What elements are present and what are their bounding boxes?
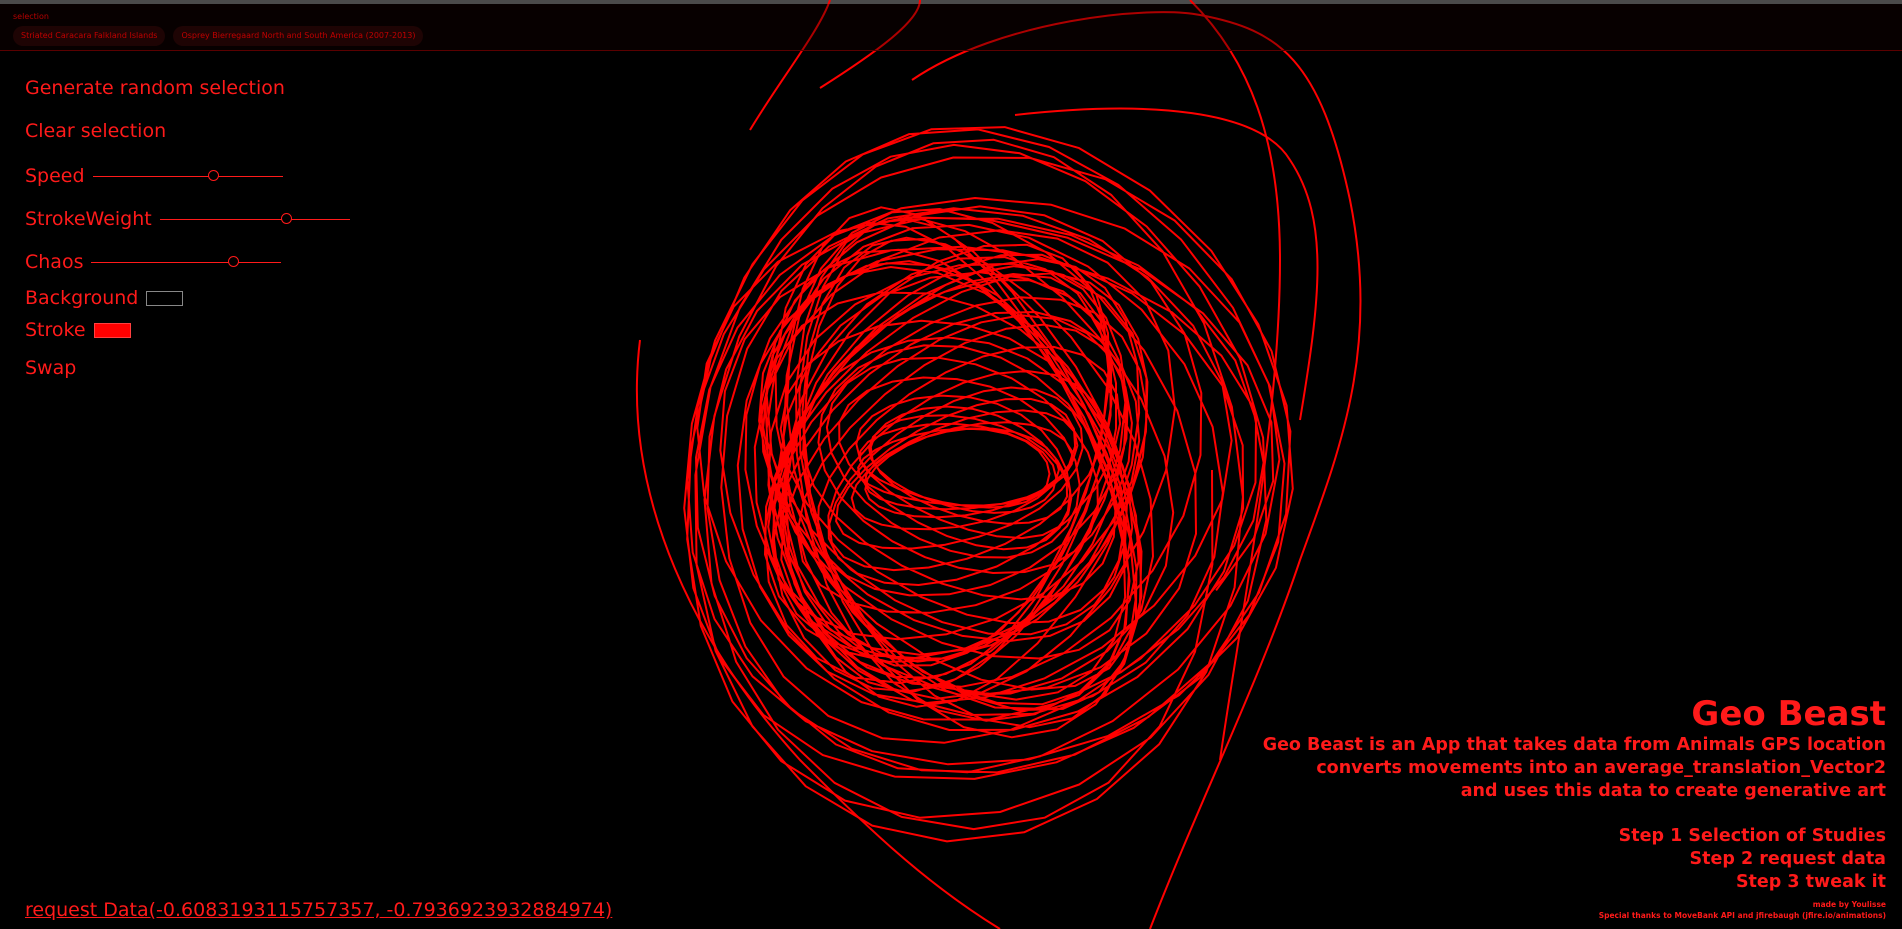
credit-thanks: Special thanks to MoveBank API and jfire… — [1598, 911, 1886, 920]
stroke-weight-control: StrokeWeight — [25, 207, 350, 231]
swap-colors-button[interactable]: Swap — [25, 357, 76, 379]
stroke-label: Stroke — [25, 319, 86, 341]
description-line-1: Geo Beast is an App that takes data from… — [1262, 735, 1886, 755]
request-data-link[interactable]: request Data(-0.6083193115757357, -0.793… — [25, 899, 612, 921]
credit-author: made by Youlisse — [1812, 900, 1886, 909]
stroke-color-control: Stroke — [25, 319, 131, 341]
generate-random-selection-button[interactable]: Generate random selection — [25, 77, 285, 99]
step-1: Step 1 Selection of Studies — [1618, 826, 1886, 846]
stroke-color-swatch[interactable] — [93, 322, 131, 338]
selection-chip-striated-caracara[interactable]: Striated Caracara Falkland Islands — [13, 26, 166, 46]
art-trace — [683, 126, 1294, 843]
background-color-control: Background — [25, 287, 184, 309]
background-label: Background — [25, 287, 139, 309]
selection-title: selection — [13, 12, 49, 21]
stroke-weight-label: StrokeWeight — [25, 208, 152, 230]
geo-beast-app: selection Striated Caracara Falkland Isl… — [0, 0, 1902, 929]
step-3: Step 3 tweak it — [1735, 872, 1886, 892]
selection-chip-list: Striated Caracara Falkland Islands Ospre… — [13, 26, 424, 46]
chaos-slider[interactable] — [91, 255, 282, 267]
description-line-2: converts movements into an average_trans… — [1316, 758, 1886, 778]
chaos-label: Chaos — [25, 251, 84, 273]
description-line-3: and uses this data to create generative … — [1460, 781, 1886, 801]
speed-slider[interactable] — [92, 169, 283, 181]
speed-control: Speed — [25, 164, 283, 188]
speed-label: Speed — [25, 165, 85, 187]
app-info: Geo Beast Geo Beast is an App that takes… — [1263, 694, 1886, 894]
chaos-control: Chaos — [25, 250, 282, 274]
stroke-weight-slider[interactable] — [159, 212, 350, 224]
background-color-swatch[interactable] — [146, 290, 184, 306]
step-2: Step 2 request data — [1689, 849, 1886, 869]
clear-selection-button[interactable]: Clear selection — [25, 120, 166, 142]
selection-chip-osprey[interactable]: Osprey Bierregaard North and South Ameri… — [173, 26, 424, 46]
speed-slider-thumb[interactable] — [208, 169, 220, 181]
credits: made by Youlisse Special thanks to MoveB… — [1599, 899, 1886, 921]
chaos-slider-thumb[interactable] — [227, 255, 239, 267]
selection-bar: selection Striated Caracara Falkland Isl… — [0, 4, 1902, 51]
app-title: Geo Beast — [1691, 694, 1886, 734]
stroke-weight-slider-thumb[interactable] — [281, 212, 293, 224]
